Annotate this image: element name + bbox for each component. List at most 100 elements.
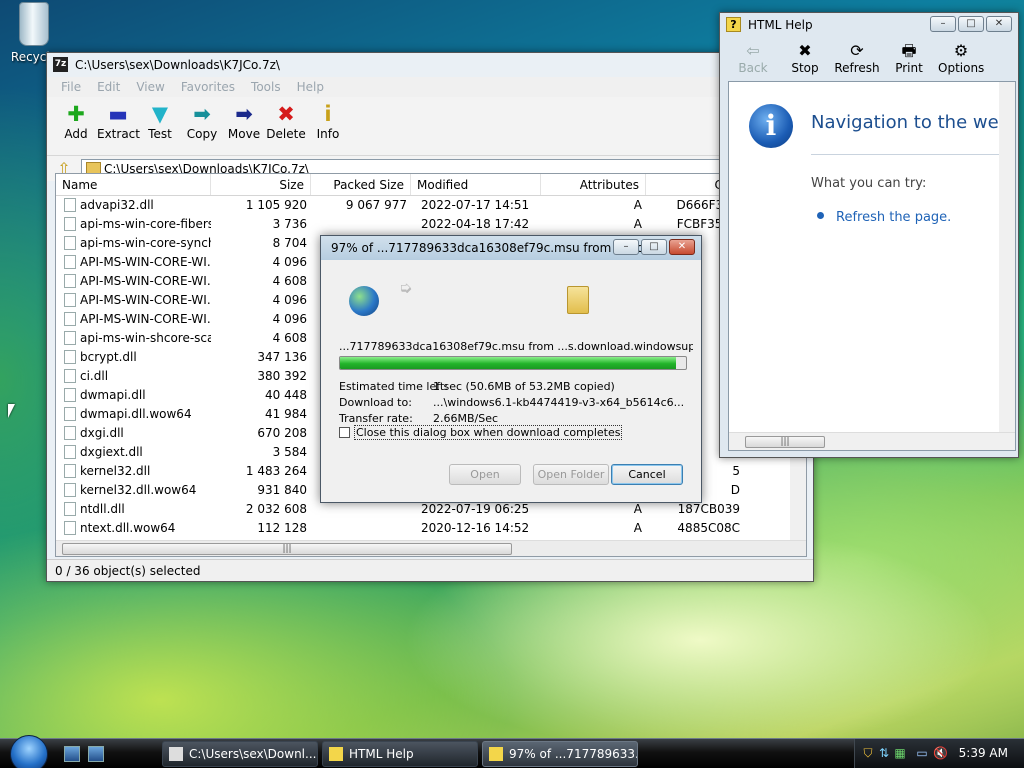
cell-size: 8 704: [272, 236, 307, 250]
file-icon: [64, 217, 76, 231]
file-name: API-MS-WIN-CORE-WI...: [80, 293, 211, 307]
help-scroll-thumb[interactable]: |||: [745, 436, 825, 448]
menu-edit[interactable]: Edit: [89, 80, 128, 94]
cancel-button[interactable]: Cancel: [611, 464, 683, 485]
cell-size: 380 392: [257, 369, 307, 383]
switch-windows-icon[interactable]: [88, 746, 104, 762]
table-row[interactable]: api-ms-win-core-fibers... 3 736 2022-04-18…: [56, 215, 806, 234]
table-row[interactable]: advapi32.dll 1 105 920 9 067 977 2022-07-17…: [56, 196, 806, 215]
scroll-thumb[interactable]: |||: [62, 543, 512, 555]
add-button[interactable]: ✚ Add: [55, 101, 97, 155]
update-icon[interactable]: ▦: [893, 746, 907, 760]
recycle-bin-icon: [19, 2, 49, 46]
cell-attr: A: [633, 198, 642, 212]
open-folder-button[interactable]: Open Folder: [533, 464, 609, 485]
column-name[interactable]: Name: [56, 174, 211, 195]
menu-file[interactable]: File: [53, 80, 89, 94]
cell-size: 3 584: [272, 445, 307, 459]
help-title: HTML Help: [748, 18, 813, 32]
flying-document-icon: ➭: [399, 278, 413, 297]
column-modified[interactable]: Modified: [411, 174, 541, 195]
options-label: Options: [938, 61, 985, 75]
mouse-cursor: [8, 404, 15, 418]
file-icon: [64, 369, 76, 383]
column-size[interactable]: Size: [211, 174, 311, 195]
help-vertical-scrollbar[interactable]: [999, 82, 1015, 434]
dialog-maximize-button[interactable]: □: [641, 239, 667, 255]
copy-button[interactable]: ➡ Copy: [181, 101, 223, 155]
7zip-titlebar[interactable]: 7z C:\Users\sex\Downloads\K7JCo.7z\: [47, 53, 813, 77]
cell-size: 112 128: [257, 521, 307, 535]
file-icon: [64, 236, 76, 250]
network-icon[interactable]: ⇅: [877, 746, 891, 760]
estimated-value: 1 sec (50.6MB of 53.2MB copied): [433, 380, 615, 393]
7zip-title: C:\Users\sex\Downloads\K7JCo.7z\: [75, 58, 280, 72]
help-icon: ?: [726, 17, 741, 32]
menu-favorites[interactable]: Favorites: [173, 80, 243, 94]
file-name: dxgi.dll: [80, 426, 124, 440]
cell-size: 4 096: [272, 255, 307, 269]
dialog-close-button[interactable]: ✕: [669, 239, 695, 255]
cell-name: dwmapi.dll: [56, 386, 211, 405]
minimize-button[interactable]: –: [930, 16, 956, 32]
download-to-label: Download to:: [339, 396, 412, 409]
dialog-minimize-button[interactable]: –: [613, 239, 639, 255]
info-icon: i: [324, 102, 332, 126]
clock[interactable]: 5:39 AM: [959, 746, 1008, 760]
back-label: Back: [738, 61, 768, 75]
status-bar: 0 / 36 object(s) selected: [47, 559, 813, 581]
cell-size: 1 105 920: [245, 198, 307, 212]
cell-name: bcrypt.dll: [56, 348, 211, 367]
extract-button[interactable]: ▬ Extract: [97, 101, 140, 155]
maximize-button[interactable]: □: [958, 16, 984, 32]
help-caption-buttons: – □ ✕: [930, 16, 1012, 32]
refresh-page-link[interactable]: Refresh the page.: [817, 210, 951, 225]
print-icon: 🖶: [901, 41, 917, 60]
display-icon[interactable]: ▭: [915, 746, 929, 760]
menu-help[interactable]: Help: [289, 80, 332, 94]
show-desktop-icon[interactable]: [64, 746, 80, 762]
taskbar-html-help[interactable]: HTML Help: [322, 741, 478, 767]
volume-muted-icon[interactable]: 🔇: [933, 746, 948, 760]
cell-packed: [311, 519, 411, 538]
extract-label: Extract: [97, 127, 140, 141]
cell-size: 2 032 608: [245, 502, 307, 516]
progress-fill: [340, 357, 676, 369]
close-when-done-checkbox[interactable]: Close this dialog box when download comp…: [339, 425, 623, 440]
bullet-icon: [817, 212, 824, 219]
7zip-icon: 7z: [53, 57, 68, 72]
move-button[interactable]: ➡ Move: [223, 101, 265, 155]
download-titlebar[interactable]: 97% of ...717789633dca16308ef79c.msu fro…: [321, 236, 701, 260]
checkbox-box[interactable]: [339, 427, 350, 438]
cell-name: ci.dll: [56, 367, 211, 386]
horizontal-scrollbar[interactable]: |||: [56, 540, 806, 556]
info-icon: i: [749, 104, 793, 148]
column-attributes[interactable]: Attributes: [541, 174, 646, 195]
open-button[interactable]: Open: [449, 464, 521, 485]
taskbar-7zip[interactable]: C:\Users\sex\Downl...: [162, 741, 318, 767]
delete-label: Delete: [266, 127, 306, 141]
column-packed-size[interactable]: Packed Size: [311, 174, 411, 195]
taskbar: C:\Users\sex\Downl... HTML Help 97% of .…: [0, 735, 1024, 768]
test-button[interactable]: ▼ Test: [139, 101, 181, 155]
file-icon: [64, 521, 76, 535]
info-button[interactable]: i Info: [307, 101, 349, 155]
help-titlebar[interactable]: ? HTML Help – □ ✕: [720, 13, 1018, 37]
delete-button[interactable]: ✖ Delete: [265, 101, 307, 155]
transfer-rate-label: Transfer rate:: [339, 412, 413, 425]
taskbar-download[interactable]: 97% of ...717789633...: [482, 741, 638, 767]
start-button[interactable]: [10, 735, 48, 768]
back-icon: ⇦: [746, 41, 760, 60]
cell-size: 4 096: [272, 293, 307, 307]
table-row[interactable]: ntext.dll.wow64 112 128 2020-12-16 14:52 A 4…: [56, 519, 806, 538]
help-horizontal-scrollbar[interactable]: |||: [729, 432, 1015, 450]
menu-tools[interactable]: Tools: [243, 80, 289, 94]
file-icon: [64, 198, 76, 212]
shield-icon[interactable]: ⛉: [861, 746, 875, 760]
cell-packed: 9 067 977: [345, 198, 407, 212]
extract-icon: ▬: [108, 102, 128, 126]
cell-size: 3 736: [272, 217, 307, 231]
download-icon: [489, 747, 503, 761]
close-button[interactable]: ✕: [986, 16, 1012, 32]
menu-view[interactable]: View: [128, 80, 172, 94]
